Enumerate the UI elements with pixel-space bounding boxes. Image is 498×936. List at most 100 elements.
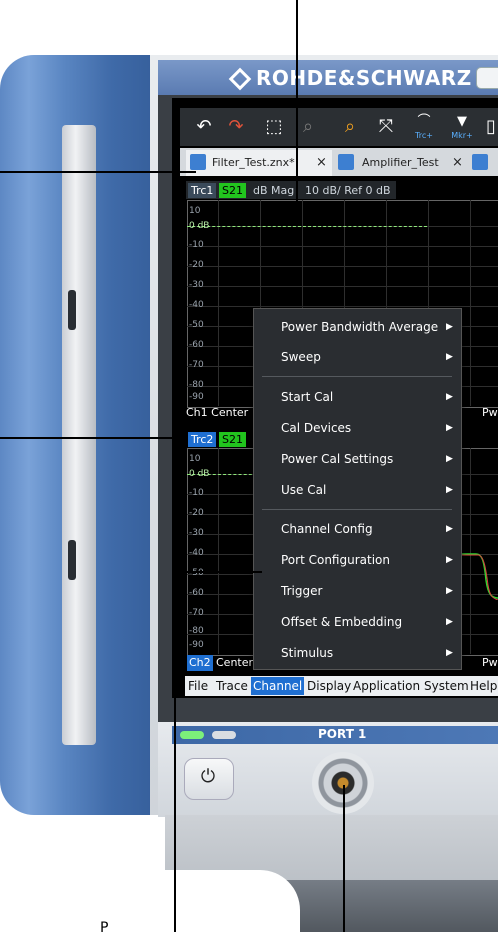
y-tick: 10	[189, 454, 201, 464]
port-label: PORT 1	[318, 727, 367, 741]
y-tick: -50	[189, 568, 204, 578]
zoom-box-icon[interactable]: ⬚	[260, 112, 288, 142]
trace2-param[interactable]: S21	[219, 432, 246, 447]
fullscreen-icon[interactable]: ⤧	[372, 112, 400, 142]
status-led-off	[212, 731, 236, 739]
y-tick: -60	[189, 588, 204, 598]
diagram2-footer-left: Center	[216, 656, 254, 669]
trace2-name[interactable]: Trc2	[188, 432, 217, 447]
add-trace-icon[interactable]: ⌒ Trc+	[410, 112, 438, 142]
stand-background	[160, 870, 300, 932]
trace1-param[interactable]: S21	[219, 183, 246, 198]
menu-item-offset-embedding[interactable]: Offset & Embedding	[281, 612, 402, 632]
callout-label: P	[100, 920, 109, 936]
y-tick: -70	[189, 360, 204, 370]
ch2-tag[interactable]: Ch2	[187, 655, 213, 671]
tab-label: Filter_Test.znx	[212, 156, 290, 169]
submenu-arrow-icon: ▶	[446, 454, 453, 464]
trace1-scale[interactable]: 10 dB/ Ref 0 dB	[302, 183, 394, 198]
tab-amplifier-test[interactable]: Amplifier_Test	[362, 150, 439, 175]
y-tick: -80	[189, 380, 204, 390]
diagram1-footer-right: Pwr	[482, 406, 498, 419]
menu-item-use-cal[interactable]: Use Cal	[281, 480, 326, 500]
menu-item-port-configuration[interactable]: Port Configuration	[281, 550, 390, 570]
submenu-arrow-icon: ▶	[446, 392, 453, 402]
diagram2-footer-right: Pwr	[482, 656, 498, 669]
add-marker-icon[interactable]: ▼ Mkr+	[448, 112, 476, 142]
undo-icon[interactable]: ↶	[190, 112, 218, 142]
top-indicator	[476, 67, 498, 89]
menubar-application[interactable]: Application	[353, 677, 420, 695]
y-tick: -40	[189, 300, 204, 310]
tab-dirty-marker: *	[289, 156, 295, 169]
tab-filter-test-label: Filter_Test.znx*	[212, 150, 295, 175]
trace1-format[interactable]: dB Mag	[250, 183, 297, 198]
y-tick: -70	[189, 608, 204, 618]
trace2-curve	[458, 553, 498, 600]
zoom-reset-icon[interactable]: ⌕	[294, 112, 322, 142]
submenu-arrow-icon: ▶	[446, 322, 453, 332]
tab-close-icon[interactable]: ×	[452, 150, 463, 175]
y-tick: 0 dB	[189, 469, 210, 479]
menu-item-start-cal[interactable]: Start Cal	[281, 387, 333, 407]
add-marker-label: Mkr+	[451, 131, 473, 140]
submenu-arrow-icon: ▶	[446, 648, 453, 658]
submenu-arrow-icon: ▶	[446, 423, 453, 433]
y-tick: -90	[189, 640, 204, 650]
trace1-name[interactable]: Trc1	[188, 183, 217, 198]
menu-separator	[262, 509, 452, 510]
y-tick: -40	[189, 548, 204, 558]
submenu-arrow-icon: ▶	[446, 555, 453, 565]
menubar-channel[interactable]: Channel	[251, 677, 305, 695]
menu-item-trigger[interactable]: Trigger	[281, 581, 322, 601]
handle-grip	[62, 125, 96, 745]
menu-item-sweep[interactable]: Sweep	[281, 347, 321, 367]
delete-icon[interactable]: ▯	[484, 112, 498, 142]
marker-search-icon[interactable]: ⌕	[336, 112, 364, 142]
reference-line	[187, 226, 427, 227]
y-tick: -80	[189, 626, 204, 636]
callout-line	[174, 571, 262, 573]
menu-item-cal-devices[interactable]: Cal Devices	[281, 418, 351, 438]
y-tick: -30	[189, 280, 204, 290]
file-icon	[190, 154, 206, 170]
callout-line	[0, 437, 188, 439]
submenu-arrow-icon: ▶	[446, 617, 453, 627]
power-icon: ⏻	[200, 766, 216, 787]
y-tick: -10	[189, 488, 204, 498]
callout-line	[343, 785, 345, 932]
handle-slot	[68, 290, 76, 330]
tab-close-icon[interactable]: ×	[316, 150, 327, 175]
callout-line	[296, 0, 298, 212]
callout-line	[0, 171, 196, 173]
brand-logo: ROHDE&SCHWARZ	[256, 66, 472, 90]
menubar-system[interactable]: System	[424, 677, 469, 695]
y-tick: -30	[189, 528, 204, 538]
diagram1-footer-left: Ch1 Center	[186, 406, 249, 419]
submenu-arrow-icon: ▶	[446, 485, 453, 495]
redo-icon[interactable]: ↷	[222, 112, 250, 142]
submenu-arrow-icon: ▶	[446, 586, 453, 596]
menu-item-power-cal-settings[interactable]: Power Cal Settings	[281, 449, 393, 469]
callout-line	[174, 571, 176, 932]
status-led-green	[180, 731, 204, 739]
menu-separator	[262, 376, 452, 377]
file-icon	[338, 154, 354, 170]
menubar-trace[interactable]: Trace	[216, 677, 248, 695]
y-tick: -20	[189, 508, 204, 518]
y-tick: 10	[189, 206, 201, 216]
submenu-arrow-icon: ▶	[446, 352, 453, 362]
menubar-display[interactable]: Display	[307, 677, 351, 695]
y-tick: -10	[189, 240, 204, 250]
file-icon	[472, 154, 488, 170]
y-tick: -50	[189, 320, 204, 330]
y-tick: 0 dB	[189, 221, 210, 231]
add-trace-label: Trc+	[415, 131, 433, 140]
menu-item-channel-config[interactable]: Channel Config	[281, 519, 373, 539]
submenu-arrow-icon: ▶	[446, 524, 453, 534]
y-tick: -60	[189, 340, 204, 350]
menu-item-stimulus[interactable]: Stimulus	[281, 643, 333, 663]
menubar-file[interactable]: File	[188, 677, 208, 695]
menu-item-power-bandwidth-average[interactable]: Power Bandwidth Average	[281, 317, 438, 337]
menubar-help[interactable]: Help	[470, 677, 497, 695]
